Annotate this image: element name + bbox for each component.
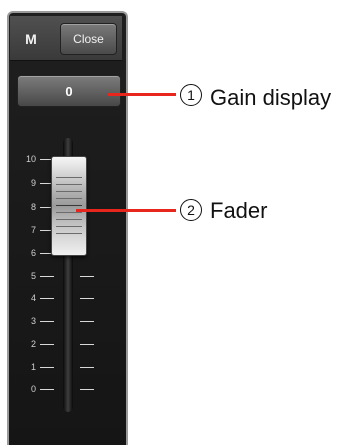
scale-tick [80, 298, 94, 299]
knob-groove [56, 177, 82, 178]
scale-label: 3 [30, 316, 36, 326]
scale-label: 8 [30, 202, 36, 212]
scale-tick [40, 367, 54, 368]
scale-tick [80, 321, 94, 322]
scale-label: 4 [30, 293, 36, 303]
scale-tick [40, 389, 54, 390]
knob-groove [56, 191, 82, 192]
knob-groove [56, 226, 82, 227]
callout-number: 1 [180, 84, 202, 106]
scale-tick [80, 276, 94, 277]
gain-display[interactable]: 0 [17, 75, 121, 107]
m-button[interactable]: M [16, 24, 46, 54]
scale-tick [80, 344, 94, 345]
scale-label: 9 [30, 178, 36, 188]
callout-label: Fader [210, 198, 268, 223]
scale-label: 7 [30, 225, 36, 235]
callout-leader-line [76, 209, 176, 212]
callout-number: 2 [180, 199, 202, 221]
scale-label: 10 [25, 154, 36, 164]
scale-tick [40, 276, 54, 277]
callout-label: Gain display [210, 85, 332, 110]
scale-tick [40, 298, 54, 299]
scale-label: 2 [30, 339, 36, 349]
scale-tick [40, 344, 54, 345]
knob-groove [56, 198, 82, 199]
scale-tick [40, 321, 54, 322]
fader-knob[interactable] [51, 156, 87, 256]
knob-groove [56, 219, 82, 220]
knob-groove [56, 184, 82, 185]
scale-label: 6 [30, 248, 36, 258]
knob-groove [56, 233, 82, 234]
scale-label: 0 [30, 384, 36, 394]
knob-center-line [56, 205, 82, 206]
callout-leader-line [108, 93, 176, 96]
scale-label: 5 [30, 271, 36, 281]
scale-label: 1 [30, 362, 36, 372]
scale-tick [80, 389, 94, 390]
close-button[interactable]: Close [60, 23, 117, 55]
knob-groove [56, 212, 82, 213]
scale-tick [80, 367, 94, 368]
